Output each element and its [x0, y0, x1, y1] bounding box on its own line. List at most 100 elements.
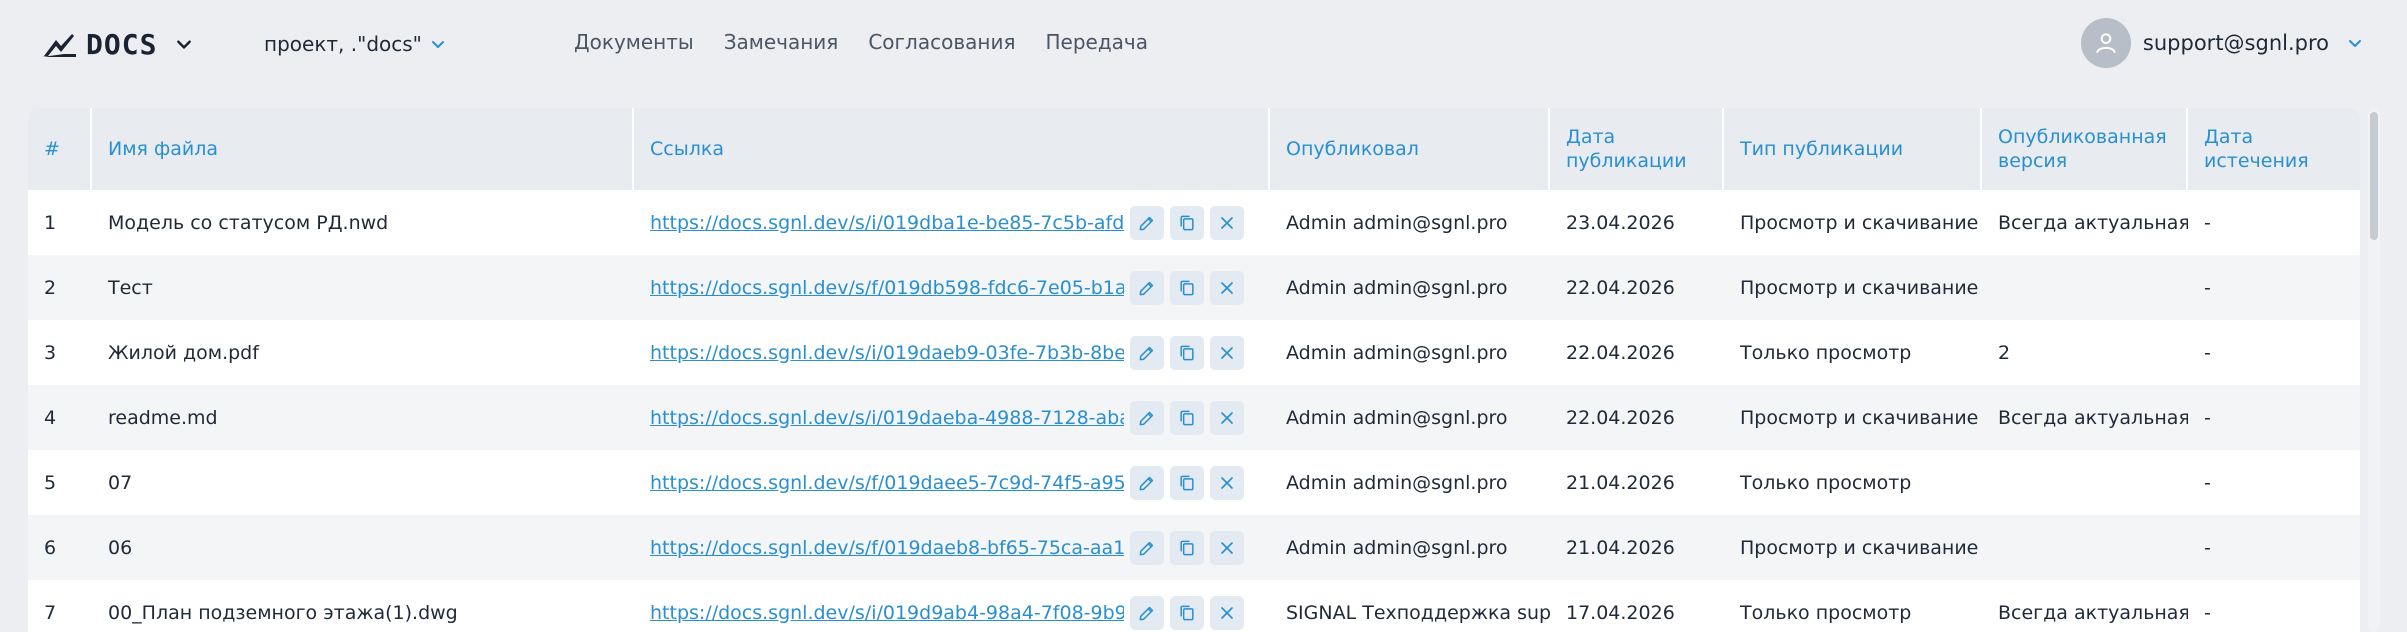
file-name[interactable]: 06: [92, 515, 634, 580]
expiry-date: -: [2204, 471, 2211, 494]
edit-link-button[interactable]: [1130, 335, 1164, 370]
delete-link-button[interactable]: [1210, 400, 1244, 435]
link-cell: https://docs.sgnl.dev/s/f/019daee5-7c9d-…: [634, 450, 1270, 515]
delete-link-button[interactable]: [1210, 270, 1244, 305]
chevron-down-icon[interactable]: [175, 35, 193, 53]
file-name[interactable]: 07: [92, 450, 634, 515]
copy-link-button[interactable]: [1170, 400, 1204, 435]
column-header-publisher[interactable]: Опубликовал: [1270, 108, 1550, 190]
scrollbar-thumb[interactable]: [2370, 112, 2378, 240]
table-body: 1 Модель со статусом РД.nwd https://docs…: [28, 190, 2360, 632]
column-header-type[interactable]: Тип публикации: [1724, 108, 1982, 190]
nav-transfer[interactable]: Передача: [1045, 30, 1148, 58]
row-number: 2: [44, 276, 57, 299]
published-version: [1982, 515, 2188, 580]
nav-documents[interactable]: Документы: [574, 30, 694, 58]
link-cell: https://docs.sgnl.dev/s/f/019daeb8-bf65-…: [634, 515, 1270, 580]
close-icon: [1221, 346, 1233, 359]
close-icon: [1221, 411, 1233, 424]
file-name[interactable]: 00_План подземного этажа(1).dwg: [92, 580, 634, 632]
file-name[interactable]: Тест: [92, 255, 634, 320]
copy-link-button[interactable]: [1170, 530, 1204, 565]
delete-link-button[interactable]: [1210, 205, 1244, 240]
publish-type: Просмотр и скачивание: [1740, 211, 1979, 234]
link-cell: https://docs.sgnl.dev/s/i/019daeba-4988-…: [634, 385, 1270, 450]
publisher: Admin admin@sgnl.pro: [1286, 211, 1508, 234]
file-name[interactable]: Модель со статусом РД.nwd: [92, 190, 634, 255]
copy-link-button[interactable]: [1170, 270, 1204, 305]
publish-date: 22.04.2026: [1566, 406, 1675, 429]
copy-icon: [1180, 345, 1194, 360]
expiry-date: -: [2204, 341, 2211, 364]
column-header-version[interactable]: Опубликованная версия: [1982, 108, 2188, 190]
user-menu[interactable]: support@sgnl.pro: [2080, 18, 2363, 68]
share-link[interactable]: https://docs.sgnl.dev/s/f/019daeb8-bf65-…: [650, 537, 1124, 559]
table-row[interactable]: 1 Модель со статусом РД.nwd https://docs…: [28, 190, 2360, 255]
main-nav: Документы Замечания Согласования Передач…: [574, 30, 1148, 58]
row-number: 3: [44, 341, 57, 364]
project-selector[interactable]: проект, ."docs": [264, 30, 446, 58]
share-link[interactable]: https://docs.sgnl.dev/s/i/019daeb9-03fe-…: [650, 342, 1124, 364]
chevron-down-icon: [2349, 40, 2361, 47]
share-link[interactable]: https://docs.sgnl.dev/s/f/019db598-fdc6-…: [650, 277, 1124, 299]
publish-type: Просмотр и скачивание: [1740, 276, 1979, 299]
copy-icon: [1180, 605, 1194, 620]
published-version: 2: [1998, 341, 2011, 364]
avatar: [2080, 18, 2131, 68]
share-link[interactable]: https://docs.sgnl.dev/s/i/019dba1e-be85-…: [650, 212, 1124, 234]
app-logo[interactable]: DOCS: [42, 28, 193, 61]
column-header-number[interactable]: #: [28, 108, 92, 190]
edit-link-button[interactable]: [1130, 270, 1164, 305]
column-header-filename[interactable]: Имя файла: [92, 108, 634, 190]
nav-remarks[interactable]: Замечания: [724, 30, 839, 58]
copy-icon: [1180, 215, 1194, 230]
edit-link-button[interactable]: [1130, 205, 1164, 240]
column-header-date[interactable]: Дата публикации: [1550, 108, 1724, 190]
close-icon: [1221, 606, 1233, 619]
published-version: [1982, 450, 2188, 515]
close-icon: [1221, 281, 1233, 294]
link-cell: https://docs.sgnl.dev/s/i/019daeb9-03fe-…: [634, 320, 1270, 385]
link-cell: https://docs.sgnl.dev/s/i/019d9ab4-98a4-…: [634, 580, 1270, 632]
table-row[interactable]: 6 06 https://docs.sgnl.dev/s/f/019daeb8-…: [28, 515, 2360, 580]
delete-link-button[interactable]: [1210, 335, 1244, 370]
copy-link-button[interactable]: [1170, 335, 1204, 370]
edit-link-button[interactable]: [1130, 530, 1164, 565]
published-version: Всегда актуальная: [1998, 211, 2188, 234]
published-version: Всегда актуальная: [1998, 406, 2188, 429]
copy-link-button[interactable]: [1170, 465, 1204, 500]
nav-approvals[interactable]: Согласования: [868, 30, 1015, 58]
edit-link-button[interactable]: [1130, 595, 1164, 630]
pencil-icon: [1139, 541, 1154, 555]
table-row[interactable]: 7 00_План подземного этажа(1).dwg https:…: [28, 580, 2360, 632]
link-cell: https://docs.sgnl.dev/s/i/019dba1e-be85-…: [634, 190, 1270, 255]
edit-link-button[interactable]: [1130, 400, 1164, 435]
delete-link-button[interactable]: [1210, 465, 1244, 500]
delete-link-button[interactable]: [1210, 595, 1244, 630]
pencil-icon: [1139, 411, 1154, 425]
project-name: проект, ."docs": [264, 32, 422, 56]
copy-icon: [1180, 410, 1194, 425]
file-name[interactable]: readme.md: [92, 385, 634, 450]
signal-logo-icon: [42, 34, 76, 57]
table-row[interactable]: 2 Тест https://docs.sgnl.dev/s/f/019db59…: [28, 255, 2360, 320]
file-name[interactable]: Жилой дом.pdf: [92, 320, 634, 385]
copy-link-button[interactable]: [1170, 205, 1204, 240]
delete-link-button[interactable]: [1210, 530, 1244, 565]
column-header-link[interactable]: Ссылка: [634, 108, 1270, 190]
share-link[interactable]: https://docs.sgnl.dev/s/f/019daee5-7c9d-…: [650, 472, 1124, 494]
share-link[interactable]: https://docs.sgnl.dev/s/i/019daeba-4988-…: [650, 407, 1124, 429]
table-row[interactable]: 5 07 https://docs.sgnl.dev/s/f/019daee5-…: [28, 450, 2360, 515]
pencil-icon: [1139, 606, 1154, 620]
row-number: 6: [44, 536, 57, 559]
expiry-date: -: [2204, 406, 2211, 429]
table-row[interactable]: 3 Жилой дом.pdf https://docs.sgnl.dev/s/…: [28, 320, 2360, 385]
edit-link-button[interactable]: [1130, 465, 1164, 500]
copy-link-button[interactable]: [1170, 595, 1204, 630]
publish-date: 21.04.2026: [1566, 536, 1675, 559]
table-row[interactable]: 4 readme.md https://docs.sgnl.dev/s/i/01…: [28, 385, 2360, 450]
share-link[interactable]: https://docs.sgnl.dev/s/i/019d9ab4-98a4-…: [650, 602, 1124, 624]
column-header-expires[interactable]: Дата истечения: [2188, 108, 2360, 190]
publisher: Admin admin@sgnl.pro: [1286, 341, 1508, 364]
top-bar: DOCS проект, ."docs" Документы Замечания…: [0, 0, 2407, 88]
